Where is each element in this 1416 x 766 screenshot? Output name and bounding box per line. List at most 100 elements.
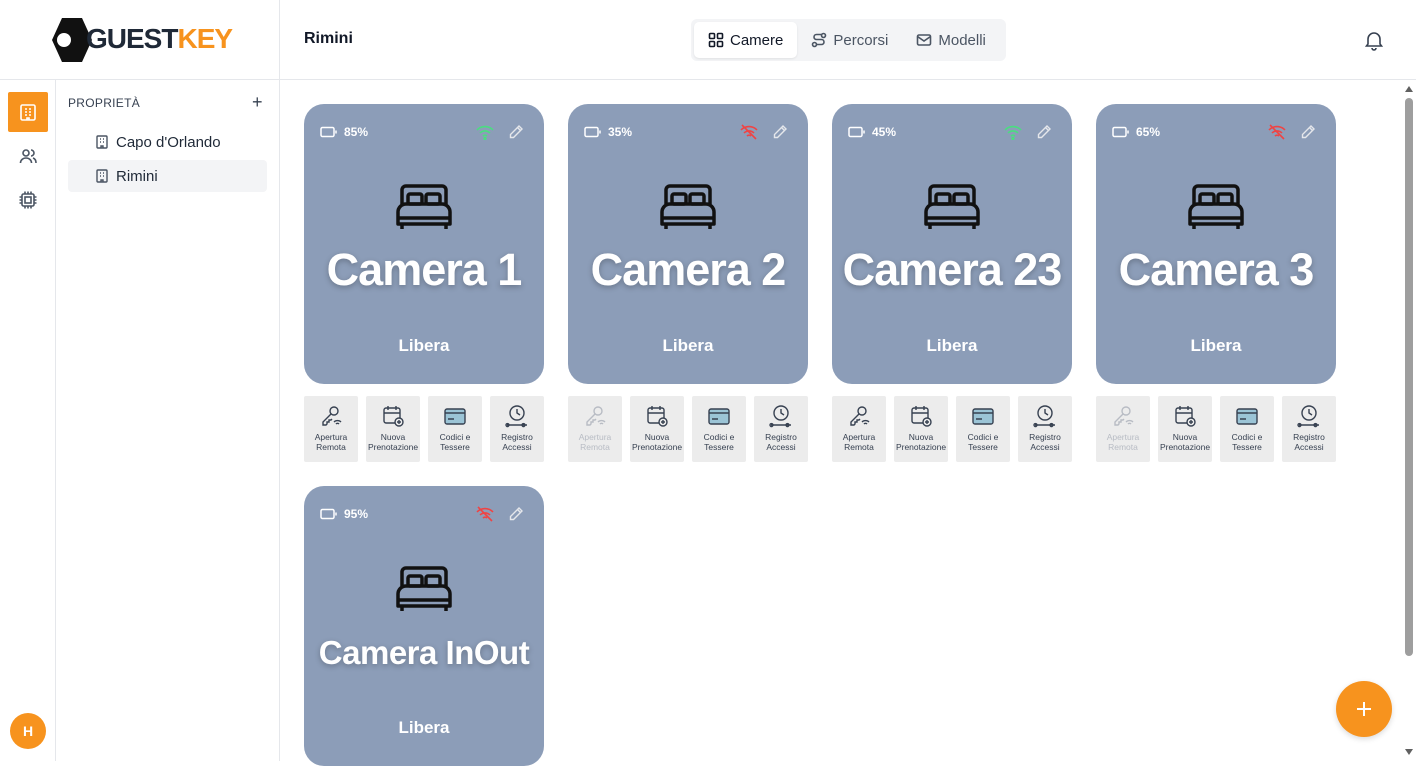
action-label: Codici e Tessere — [967, 432, 999, 452]
new-booking-button[interactable]: Nuova Prenotazione — [630, 396, 684, 462]
access-log-button[interactable]: Registro Accessi — [1018, 396, 1072, 462]
rooms-grid: 85% Camera 1 Libera Apertura Remota Nuov… — [280, 80, 1400, 766]
action-label: Nuova Prenotazione — [631, 432, 683, 452]
users-icon — [19, 149, 37, 164]
edit-icon[interactable] — [508, 506, 524, 522]
action-label: Codici e Tessere — [1231, 432, 1263, 452]
room-card[interactable]: 45% Camera 23 Libera — [832, 104, 1072, 384]
battery-level: 85% — [344, 125, 369, 139]
battery-indicator: 45% — [848, 125, 896, 139]
sidebar-heading: PROPRIETÀ — [68, 96, 141, 110]
building-icon — [96, 169, 108, 183]
tab-modelli[interactable]: Modelli — [902, 22, 1000, 58]
guestkey-logo[interactable]: GUESTKEY — [48, 16, 238, 64]
wifi-icon — [1004, 125, 1022, 140]
battery-indicator: 95% — [320, 507, 368, 521]
calendar-plus-icon — [383, 406, 404, 427]
page-title: Rimini — [304, 30, 353, 47]
edit-icon[interactable] — [508, 124, 524, 140]
action-label: Apertura Remota — [314, 432, 348, 452]
tab-percorsi[interactable]: Percorsi — [797, 22, 902, 58]
key-wifi-icon — [1114, 406, 1134, 426]
battery-level: 65% — [1136, 125, 1161, 139]
user-avatar[interactable]: H — [10, 713, 46, 749]
action-label: Apertura Remota — [842, 432, 876, 452]
scroll-down-arrow[interactable] — [1405, 749, 1413, 755]
action-label: Codici e Tessere — [439, 432, 471, 452]
chip-icon — [19, 191, 37, 209]
room-name: Camera 3 — [1118, 244, 1315, 295]
room-status: Libera — [398, 336, 450, 355]
calendar-plus-icon — [1175, 406, 1196, 427]
scroll-up-arrow[interactable] — [1405, 86, 1413, 92]
top-header: GUESTKEY Rimini Camere Percorsi Modelli — [0, 0, 1416, 80]
building-icon — [96, 135, 108, 149]
room-status: Libera — [1190, 336, 1242, 355]
action-label: Registro Accessi — [765, 432, 797, 452]
room-card[interactable]: 95% Camera InOut Libera — [304, 486, 544, 766]
nav-rail: H — [0, 80, 56, 761]
new-booking-button[interactable]: Nuova Prenotazione — [366, 396, 420, 462]
action-label: Registro Accessi — [1293, 432, 1325, 452]
scroll-thumb[interactable] — [1405, 98, 1413, 656]
view-tabs: Camere Percorsi Modelli — [691, 19, 1006, 61]
action-label: Registro Accessi — [1029, 432, 1061, 452]
sidebar-item-rimini[interactable]: Rimini — [68, 160, 267, 192]
action-label: Nuova Prenotazione — [1159, 432, 1211, 452]
battery-icon — [848, 126, 865, 138]
card-icon — [1236, 408, 1258, 425]
sidebar-item-capo-dorlando[interactable]: Capo d'Orlando — [68, 126, 267, 158]
add-room-button[interactable] — [1336, 681, 1392, 737]
rail-devices-button[interactable] — [8, 180, 48, 220]
wifi-off-icon — [476, 506, 494, 522]
access-log-button[interactable]: Registro Accessi — [1282, 396, 1336, 462]
edit-icon[interactable] — [772, 124, 788, 140]
new-booking-button[interactable]: Nuova Prenotazione — [1158, 396, 1212, 462]
main-scrollbar[interactable] — [1400, 80, 1416, 761]
remote-open-button[interactable]: Apertura Remota — [304, 396, 358, 462]
building-icon — [20, 104, 36, 121]
remote-open-button[interactable]: Apertura Remota — [832, 396, 886, 462]
codes-cards-button[interactable]: Codici e Tessere — [1220, 396, 1274, 462]
codes-cards-button[interactable]: Codici e Tessere — [956, 396, 1010, 462]
calendar-plus-icon — [647, 406, 668, 427]
access-log-button[interactable]: Registro Accessi — [490, 396, 544, 462]
battery-icon — [320, 508, 337, 520]
bed-icon — [1188, 184, 1244, 229]
edit-icon[interactable] — [1036, 124, 1052, 140]
rail-users-button[interactable] — [8, 136, 48, 176]
edit-icon[interactable] — [1300, 124, 1316, 140]
card-icon — [444, 408, 466, 425]
action-label: Nuova Prenotazione — [895, 432, 947, 452]
remote-open-button: Apertura Remota — [568, 396, 622, 462]
sidebar-item-label: Rimini — [116, 167, 158, 185]
new-booking-button[interactable]: Nuova Prenotazione — [894, 396, 948, 462]
room-card[interactable]: 35% Camera 2 Libera — [568, 104, 808, 384]
access-log-button[interactable]: Registro Accessi — [754, 396, 808, 462]
codes-cards-button[interactable]: Codici e Tessere — [692, 396, 746, 462]
clock-log-icon — [505, 405, 527, 428]
room-actions: Apertura Remota Nuova Prenotazione Codic… — [1096, 396, 1336, 462]
card-icon — [972, 408, 994, 425]
header-divider — [279, 0, 280, 80]
bell-icon[interactable] — [1362, 28, 1386, 52]
wifi-icon — [476, 125, 494, 140]
battery-level: 35% — [608, 125, 633, 139]
tab-label: Percorsi — [833, 31, 889, 49]
battery-icon — [1112, 126, 1129, 138]
properties-sidebar: PROPRIETÀ + Capo d'Orlando Rimini — [56, 80, 280, 761]
codes-cards-button[interactable]: Codici e Tessere — [428, 396, 482, 462]
action-label: Apertura Remota — [1106, 432, 1140, 452]
tab-camere[interactable]: Camere — [694, 22, 798, 58]
room-card[interactable]: 85% Camera 1 Libera — [304, 104, 544, 384]
action-label: Nuova Prenotazione — [367, 432, 419, 452]
room-actions: Apertura Remota Nuova Prenotazione Codic… — [832, 396, 1072, 462]
battery-level: 95% — [344, 507, 369, 521]
grid-icon — [708, 32, 724, 48]
add-property-button[interactable]: + — [252, 93, 263, 111]
remote-open-button: Apertura Remota — [1096, 396, 1150, 462]
room-status: Libera — [926, 336, 978, 355]
plus-icon — [1357, 702, 1371, 716]
room-card[interactable]: 65% Camera 3 Libera — [1096, 104, 1336, 384]
rail-properties-button[interactable] — [8, 92, 48, 132]
